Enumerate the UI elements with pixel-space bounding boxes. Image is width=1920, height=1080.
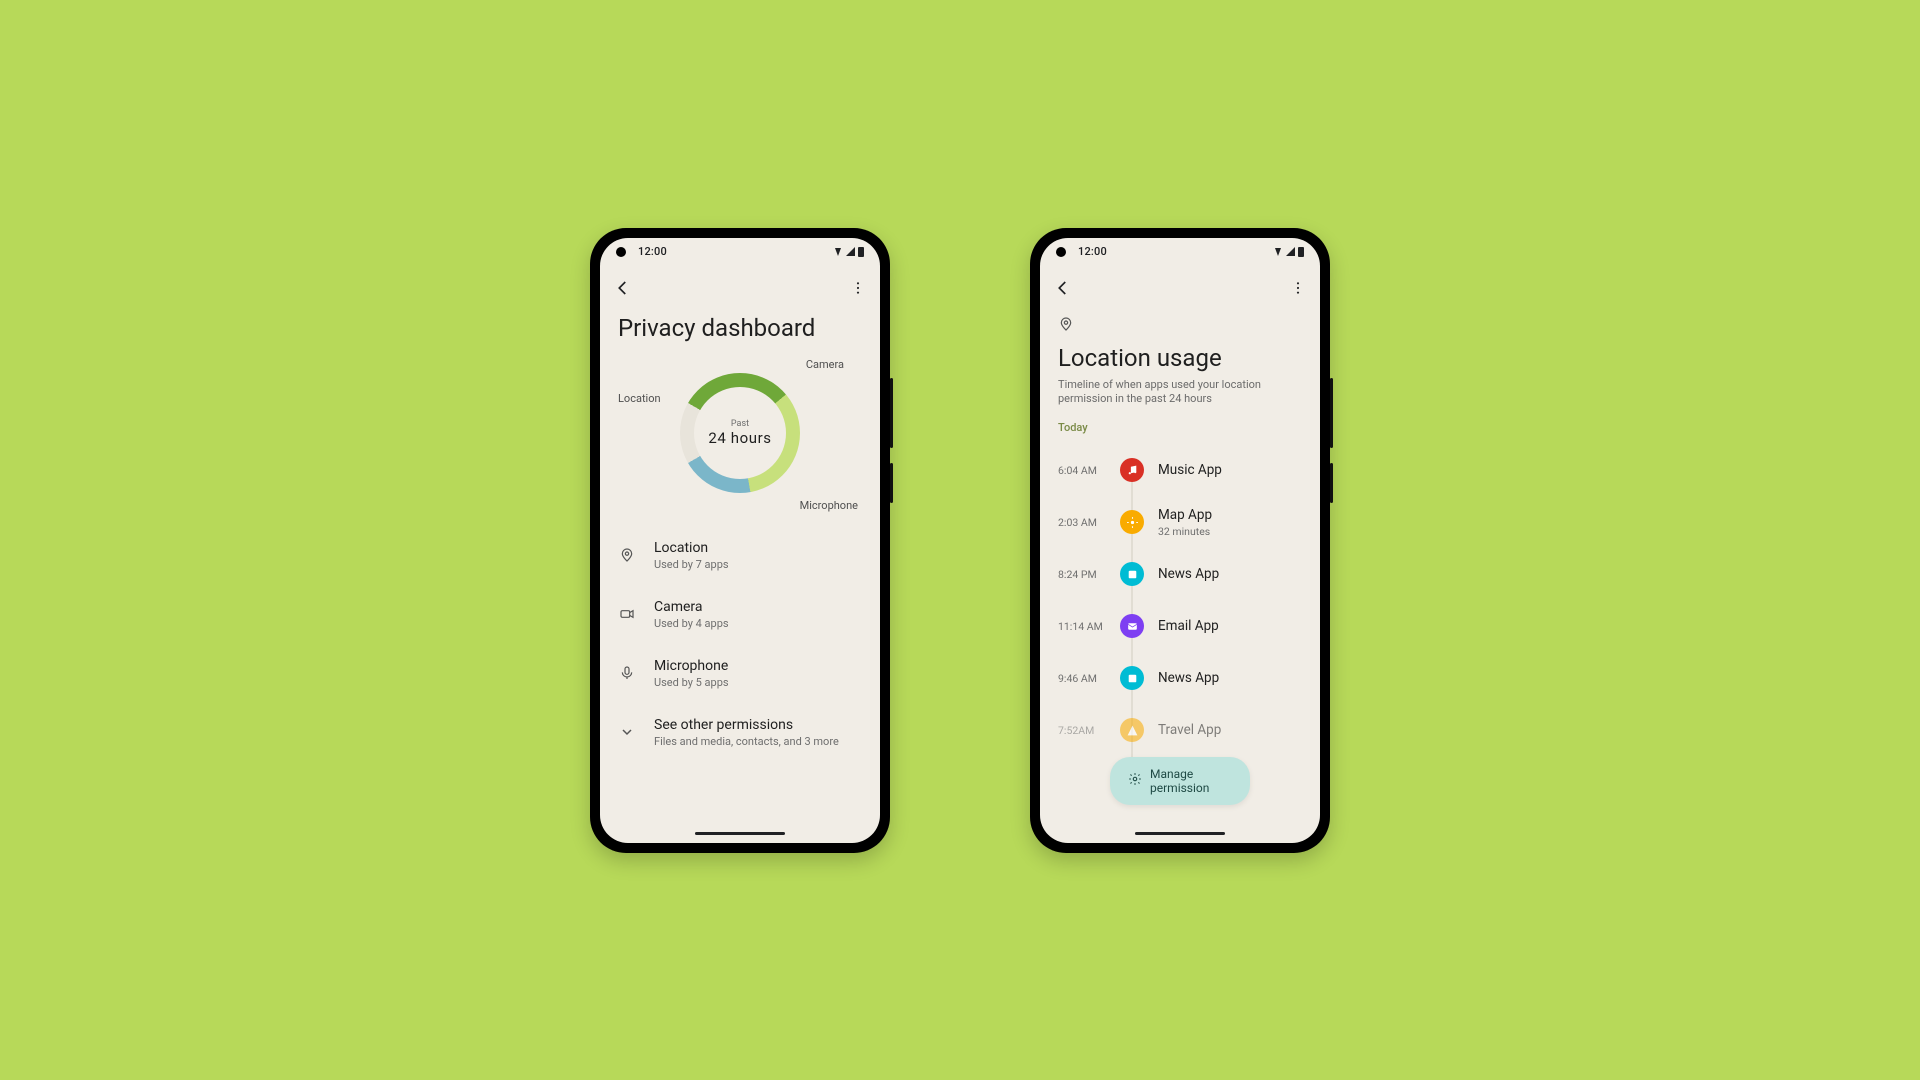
front-camera-hole xyxy=(616,247,626,257)
timeline-app-name: Music App xyxy=(1158,462,1222,478)
wifi-icon xyxy=(1275,248,1281,256)
app-icon xyxy=(1120,666,1144,690)
volume-rocker xyxy=(1330,378,1333,448)
section-label-today: Today xyxy=(1058,421,1302,434)
timeline-time: 2:03 AM xyxy=(1058,516,1106,529)
permission-subtitle: Used by 7 apps xyxy=(654,558,729,571)
front-camera-hole xyxy=(1056,247,1066,257)
camera-icon xyxy=(618,606,636,622)
microphone-icon xyxy=(618,665,636,681)
nav-pill[interactable] xyxy=(695,832,785,835)
gear-icon xyxy=(1128,772,1142,789)
page-title: Privacy dashboard xyxy=(618,314,862,342)
timeline-row[interactable]: 8:24 PM News App xyxy=(1058,548,1302,600)
wifi-icon xyxy=(835,248,841,256)
location-pin-icon xyxy=(1058,316,1302,336)
overflow-menu-button[interactable] xyxy=(1290,280,1306,296)
back-button[interactable] xyxy=(1054,279,1072,297)
cell-signal-icon xyxy=(846,247,855,256)
timeline-app-name: News App xyxy=(1158,670,1219,686)
location-pin-icon xyxy=(618,547,636,563)
timeline: 6:04 AM Music App 2:03 AM Map App 32 min… xyxy=(1058,444,1302,756)
toolbar xyxy=(1040,266,1320,310)
toolbar xyxy=(600,266,880,310)
timeline-time: 6:04 AM xyxy=(1058,464,1106,477)
battery-icon xyxy=(858,247,864,257)
permission-row-camera[interactable]: Camera Used by 4 apps xyxy=(618,585,862,644)
donut-center-big: 24 hours xyxy=(708,429,771,447)
donut-ring: Past 24 hours xyxy=(680,373,800,493)
overflow-menu-button[interactable] xyxy=(850,280,866,296)
donut-center-small: Past xyxy=(708,419,771,429)
usage-donut-chart: Camera Microphone Location Past 24 hours xyxy=(618,348,862,518)
volume-rocker xyxy=(890,378,893,448)
timeline-time: 9:46 AM xyxy=(1058,672,1106,685)
phone-privacy-dashboard: 12:00 Privacy dashboard Camera Microphon… xyxy=(590,228,890,853)
timeline-time: 7:52AM xyxy=(1058,724,1106,737)
power-button xyxy=(890,463,893,503)
battery-icon xyxy=(1298,247,1304,257)
donut-label-location: Location xyxy=(618,392,661,405)
donut-center-label: Past 24 hours xyxy=(708,419,771,447)
timeline-row[interactable]: 6:04 AM Music App xyxy=(1058,444,1302,496)
timeline-row[interactable]: 9:46 AM News App xyxy=(1058,652,1302,704)
donut-label-camera: Camera xyxy=(806,358,844,371)
phone-location-usage: 12:00 Location usage Timeline of when ap… xyxy=(1030,228,1330,853)
permission-title: Microphone xyxy=(654,658,729,674)
permission-row-location[interactable]: Location Used by 7 apps xyxy=(618,526,862,585)
timeline-row[interactable]: 7:52AM Travel App xyxy=(1058,704,1302,756)
timeline-time: 8:24 PM xyxy=(1058,568,1106,581)
status-clock: 12:00 xyxy=(638,245,667,258)
timeline-app-name: Travel App xyxy=(1158,722,1221,738)
donut-label-microphone: Microphone xyxy=(800,499,858,512)
screen: 12:00 Privacy dashboard Camera Microphon… xyxy=(600,238,880,843)
app-icon xyxy=(1120,510,1144,534)
permission-subtitle: Files and media, contacts, and 3 more xyxy=(654,735,839,748)
nav-pill[interactable] xyxy=(1135,832,1225,835)
timeline-time: 11:14 AM xyxy=(1058,620,1106,633)
timeline-app-name: Email App xyxy=(1158,618,1219,634)
permission-row-microphone[interactable]: Microphone Used by 5 apps xyxy=(618,644,862,703)
app-icon xyxy=(1120,562,1144,586)
permission-title: See other permissions xyxy=(654,717,839,733)
page-title: Location usage xyxy=(1058,344,1302,372)
chevron-down-icon xyxy=(618,724,636,740)
permission-row-see-other[interactable]: See other permissions Files and media, c… xyxy=(618,703,862,762)
power-button xyxy=(1330,463,1333,503)
screen: 12:00 Location usage Timeline of when ap… xyxy=(1040,238,1320,843)
timeline-app-name: News App xyxy=(1158,566,1219,582)
page-subtitle: Timeline of when apps used your location… xyxy=(1058,378,1302,408)
app-icon xyxy=(1120,718,1144,742)
manage-permission-label: Manage permission xyxy=(1150,767,1232,795)
manage-permission-button[interactable]: Manage permission xyxy=(1110,757,1250,805)
back-button[interactable] xyxy=(614,279,632,297)
permission-title: Location xyxy=(654,540,729,556)
permission-subtitle: Used by 4 apps xyxy=(654,617,729,630)
app-icon xyxy=(1120,458,1144,482)
timeline-row[interactable]: 2:03 AM Map App 32 minutes xyxy=(1058,496,1302,548)
timeline-app-name: Map App xyxy=(1158,507,1212,523)
permission-subtitle: Used by 5 apps xyxy=(654,676,729,689)
permission-title: Camera xyxy=(654,599,729,615)
status-clock: 12:00 xyxy=(1078,245,1107,258)
status-bar: 12:00 xyxy=(1040,238,1320,266)
app-icon xyxy=(1120,614,1144,638)
cell-signal-icon xyxy=(1286,247,1295,256)
status-bar: 12:00 xyxy=(600,238,880,266)
timeline-app-sub: 32 minutes xyxy=(1158,525,1212,538)
timeline-row[interactable]: 11:14 AM Email App xyxy=(1058,600,1302,652)
